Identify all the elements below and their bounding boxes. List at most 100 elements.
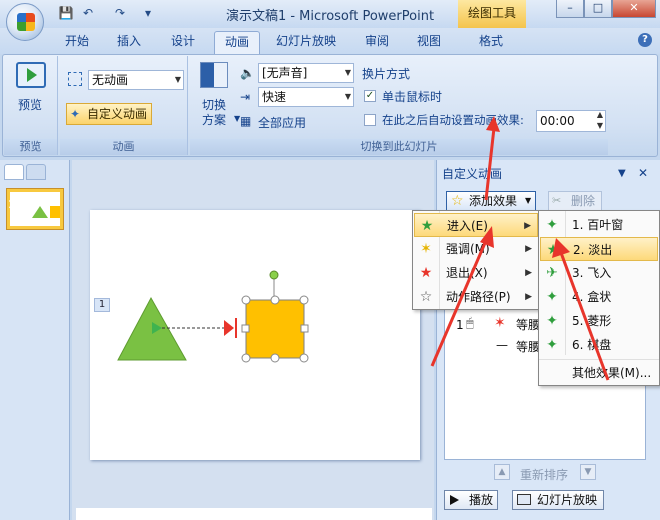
sound-combo-value: [无声音] bbox=[262, 66, 308, 80]
transition-scheme-icon[interactable] bbox=[200, 62, 228, 88]
mouse-icon: 🖱 bbox=[466, 316, 474, 331]
submenu-arrow-icon: ▶ bbox=[525, 268, 532, 278]
transition-sound-combo[interactable]: [无声音] ▼ bbox=[258, 63, 354, 83]
entrance-effect-icon: ✦ bbox=[546, 313, 558, 329]
close-button[interactable]: ✕ bbox=[612, 0, 656, 18]
tab-review[interactable]: 审阅 bbox=[358, 31, 396, 54]
reorder-label: 重新排序 bbox=[520, 468, 569, 482]
menu-item-blinds[interactable]: ✦ 1. 百叶窗 bbox=[540, 213, 658, 237]
chevron-down-icon: ▼ bbox=[174, 75, 181, 84]
switch-scheme-line2: 方案 bbox=[202, 113, 227, 127]
tab-design[interactable]: 设计 bbox=[164, 31, 202, 54]
entrance-effect-icon: ✦ bbox=[546, 289, 558, 305]
preview-icon[interactable] bbox=[16, 62, 46, 88]
spinner-arrows-icon[interactable]: ▲ ▼ bbox=[597, 109, 603, 131]
menu-item-diamond[interactable]: ✦ 5. 菱形 bbox=[540, 309, 658, 333]
apply-all-icon: ▦ bbox=[240, 114, 252, 128]
advance-slide-label: 换片方式 bbox=[362, 67, 411, 81]
tab-home[interactable]: 开始 bbox=[58, 31, 96, 54]
play-icon bbox=[450, 495, 459, 505]
entrance-effect-icon: ★ bbox=[546, 242, 560, 258]
add-effect-menu: ★ 进入(E) ▶ ✶ 强调(M) ▶ ★ 退出(X) ▶ ☆ 动作路径(P) ▶ bbox=[412, 210, 540, 310]
help-icon[interactable]: ? bbox=[638, 33, 652, 47]
submenu-arrow-icon: ▶ bbox=[524, 221, 531, 231]
move-down-icon[interactable]: ▼ bbox=[580, 464, 596, 480]
animation-combo-value: 无动画 bbox=[92, 73, 129, 87]
transition-speed-combo[interactable]: 快速 ▼ bbox=[258, 87, 354, 107]
entrance-effect-icon: ✦ bbox=[546, 337, 558, 353]
menu-item-box[interactable]: ✦ 4. 盒状 bbox=[540, 285, 658, 309]
sound-icon: 🔈 bbox=[240, 66, 255, 80]
slides-tab-icon[interactable] bbox=[4, 164, 24, 180]
tab-insert[interactable]: 插入 bbox=[110, 31, 148, 54]
submenu-arrow-icon: ▶ bbox=[525, 244, 532, 254]
list-item-name[interactable]: 等腰 bbox=[516, 338, 540, 355]
exit-star-icon: ★ bbox=[419, 265, 433, 281]
auto-after-label: 在此之后自动设置动画效果: bbox=[382, 113, 524, 127]
square-shape bbox=[245, 299, 305, 359]
auto-after-time-spinner[interactable]: 00:00 ▲ ▼ bbox=[536, 110, 606, 132]
switch-scheme-button[interactable]: 切换 方案 bbox=[202, 98, 226, 128]
animation-icon bbox=[68, 72, 82, 86]
chevron-down-icon: ▼ bbox=[344, 92, 351, 101]
tab-animations[interactable]: 动画 bbox=[214, 31, 260, 54]
list-item-name[interactable]: 等腰 bbox=[516, 316, 540, 333]
notes-pane[interactable] bbox=[76, 508, 432, 520]
emphasis-star-icon: ✶ bbox=[420, 241, 432, 257]
rotation-handle bbox=[269, 270, 279, 280]
thumbnail-shapes-icon bbox=[32, 206, 60, 218]
on-click-label: 单击鼠标时 bbox=[382, 90, 443, 104]
motion-line-icon: — bbox=[496, 338, 508, 352]
pane-close-icon[interactable]: ✕ bbox=[638, 166, 648, 180]
add-effect-label: 添加效果 bbox=[469, 194, 518, 208]
custom-animation-icon: ✦ bbox=[70, 107, 81, 121]
add-effect-star-icon: ☆ bbox=[451, 193, 464, 209]
motion-end-icon bbox=[224, 320, 234, 336]
motion-path-star-icon: ☆ bbox=[419, 289, 433, 305]
group-label-preview: 预览 bbox=[4, 139, 57, 155]
task-pane-title: 自定义动画 bbox=[442, 167, 503, 181]
on-click-checkbox[interactable]: ✓ bbox=[364, 90, 376, 102]
list-item-order: 1 bbox=[456, 318, 464, 332]
auto-after-checkbox[interactable] bbox=[364, 114, 376, 126]
maximize-button[interactable]: □ bbox=[584, 0, 612, 18]
entrance-effect-icon: ✦ bbox=[546, 217, 558, 233]
animation-order-tag[interactable]: 1 bbox=[94, 298, 110, 312]
apply-all-button[interactable]: 全部应用 bbox=[258, 114, 306, 131]
slide-number: 1 bbox=[8, 198, 16, 211]
office-logo-icon bbox=[17, 13, 35, 31]
time-value: 00:00 bbox=[540, 114, 575, 128]
speed-combo-value: 快速 bbox=[262, 90, 287, 104]
tab-format[interactable]: 格式 bbox=[470, 31, 512, 54]
menu-item-fade[interactable]: ★ 2. 淡出 bbox=[540, 237, 658, 261]
menu-item-more-effects[interactable]: 其他效果(M)... bbox=[540, 361, 658, 385]
animation-combo[interactable]: 无动画 ▼ bbox=[88, 70, 184, 90]
pane-options-icon[interactable]: ▼ bbox=[618, 168, 626, 179]
move-up-icon[interactable]: ▲ bbox=[494, 464, 510, 480]
chevron-down-icon: ▼ bbox=[525, 196, 532, 205]
menu-item-emphasis[interactable]: ✶ 强调(M) ▶ bbox=[414, 237, 538, 261]
group-label-animation: 动画 bbox=[60, 139, 187, 155]
menu-item-checkerboard[interactable]: ✦ 6. 棋盘 bbox=[540, 333, 658, 357]
remove-icon: ✂ bbox=[552, 194, 562, 207]
office-button[interactable] bbox=[6, 3, 44, 41]
switch-scheme-line1: 切换 bbox=[202, 98, 227, 112]
menu-item-exit[interactable]: ★ 退出(X) ▶ bbox=[414, 261, 538, 285]
entrance-star-icon: ★ bbox=[420, 218, 434, 234]
menu-item-fly-in[interactable]: ✈ 3. 飞入 bbox=[540, 261, 658, 285]
minimize-button[interactable]: – bbox=[556, 0, 584, 18]
speed-icon: ⇥ bbox=[240, 90, 251, 104]
outline-tab-icon[interactable] bbox=[26, 164, 46, 180]
submenu-arrow-icon: ▶ bbox=[525, 292, 532, 302]
effect-star-icon: ✶ bbox=[494, 315, 506, 331]
tab-view[interactable]: 视图 bbox=[410, 31, 448, 54]
tab-slideshow[interactable]: 幻灯片放映 bbox=[270, 31, 342, 54]
slideshow-icon bbox=[517, 494, 531, 505]
drawing-tools-contextual-tab: 绘图工具 bbox=[458, 0, 526, 28]
entrance-submenu: ✦ 1. 百叶窗 ★ 2. 淡出 ✈ 3. 飞入 ✦ 4. 盒状 ✦ 5. 菱形 ✦ 6. … bbox=[538, 210, 660, 386]
menu-item-entrance[interactable]: ★ 进入(E) ▶ bbox=[414, 213, 538, 237]
entrance-effect-icon: ✈ bbox=[546, 265, 558, 281]
menu-item-motion-path[interactable]: ☆ 动作路径(P) ▶ bbox=[414, 285, 538, 309]
slide-shapes bbox=[117, 270, 309, 363]
preview-button[interactable]: 预览 bbox=[18, 96, 42, 113]
